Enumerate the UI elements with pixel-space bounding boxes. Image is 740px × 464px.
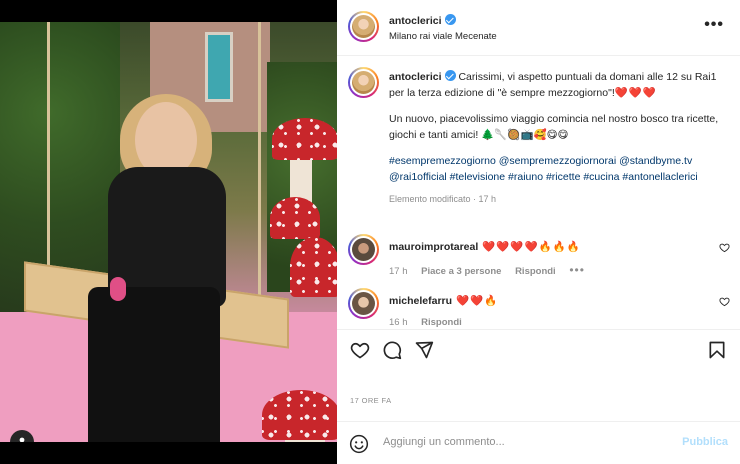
comment-time: 17 h bbox=[389, 266, 408, 277]
caption-hashtags[interactable]: #esempremezzogiorno @sempremezzogiornora… bbox=[389, 155, 698, 183]
avatar[interactable] bbox=[348, 67, 379, 98]
verified-badge-icon bbox=[444, 70, 456, 81]
swing-rope bbox=[258, 22, 261, 312]
background-window bbox=[205, 32, 233, 102]
caption-username[interactable]: antoclerici bbox=[389, 71, 442, 83]
author: antoclerici bbox=[389, 14, 456, 27]
reply-button[interactable]: Rispondi bbox=[421, 317, 462, 328]
verified-badge-icon bbox=[444, 14, 456, 25]
smiley-icon[interactable] bbox=[349, 434, 369, 454]
person-legs bbox=[88, 287, 220, 442]
mushroom-cap bbox=[272, 118, 337, 160]
post-header: antoclerici Milano rai viale Mecenate ••… bbox=[337, 0, 740, 56]
comment-meta: 17 h Piace a 3 persone Rispondi ••• bbox=[389, 263, 596, 277]
heart-emoji: ❤️❤️❤️ bbox=[614, 86, 657, 99]
post-location[interactable]: Milano rai viale Mecenate bbox=[389, 31, 497, 42]
mushroom-cap bbox=[262, 390, 337, 440]
swing-rope bbox=[47, 22, 50, 284]
comment-line: michelefarru ❤️❤️🔥 bbox=[389, 294, 498, 307]
post-comment-button[interactable]: Pubblica bbox=[682, 436, 728, 448]
avatar[interactable] bbox=[348, 234, 379, 265]
comment-username[interactable]: mauroimprotareal bbox=[389, 241, 478, 253]
comment-time: 16 h bbox=[389, 317, 408, 328]
paper-plane-icon[interactable] bbox=[414, 340, 434, 360]
action-bar bbox=[337, 329, 740, 369]
edited-label: Elemento modificato · 17 h bbox=[389, 194, 497, 204]
microphone bbox=[110, 277, 126, 301]
author-username[interactable]: antoclerici bbox=[389, 15, 442, 27]
mushroom-cap bbox=[290, 237, 337, 297]
comment-like-icon[interactable] bbox=[719, 242, 730, 253]
comment-like-icon[interactable] bbox=[719, 296, 730, 307]
post-media bbox=[0, 0, 337, 464]
mushroom-cap bbox=[270, 197, 320, 239]
comment-bubble-icon[interactable] bbox=[382, 340, 402, 360]
caption-emoji: 🌲🥄🥘📺🥰😋😋 bbox=[481, 128, 569, 141]
comment-username[interactable]: michelefarru bbox=[389, 295, 452, 307]
post-timestamp[interactable]: 17 ORE FA bbox=[350, 396, 392, 405]
reply-button[interactable]: Rispondi bbox=[515, 266, 556, 277]
avatar[interactable] bbox=[348, 288, 379, 319]
comment-likes[interactable]: Piace a 3 persone bbox=[421, 266, 501, 277]
comment-meta: 16 h Rispondi bbox=[389, 317, 473, 328]
comment-input[interactable]: Aggiungi un commento... bbox=[383, 436, 505, 448]
more-options-icon[interactable]: ••• bbox=[704, 17, 724, 33]
comment-text: ❤️❤️❤️❤️🔥🔥🔥 bbox=[482, 241, 581, 253]
bookmark-icon[interactable] bbox=[707, 340, 727, 360]
comments-section[interactable]: antoclerici Carissimi, vi aspetto puntua… bbox=[337, 56, 740, 329]
avatar[interactable] bbox=[348, 11, 379, 42]
post-photo[interactable] bbox=[0, 22, 337, 442]
heart-outline-icon[interactable] bbox=[350, 340, 370, 360]
comment-text: ❤️❤️🔥 bbox=[456, 295, 499, 307]
post-sidebar: antoclerici Milano rai viale Mecenate ••… bbox=[337, 0, 740, 464]
instagram-post-modal: antoclerici Milano rai viale Mecenate ••… bbox=[0, 0, 740, 464]
comment-line: mauroimprotareal ❤️❤️❤️❤️🔥🔥🔥 bbox=[389, 240, 581, 253]
comment-more-icon[interactable]: ••• bbox=[569, 263, 585, 277]
add-comment-bar: Aggiungi un commento... Pubblica bbox=[337, 421, 740, 464]
caption-text: antoclerici Carissimi, vi aspetto puntua… bbox=[389, 70, 719, 208]
